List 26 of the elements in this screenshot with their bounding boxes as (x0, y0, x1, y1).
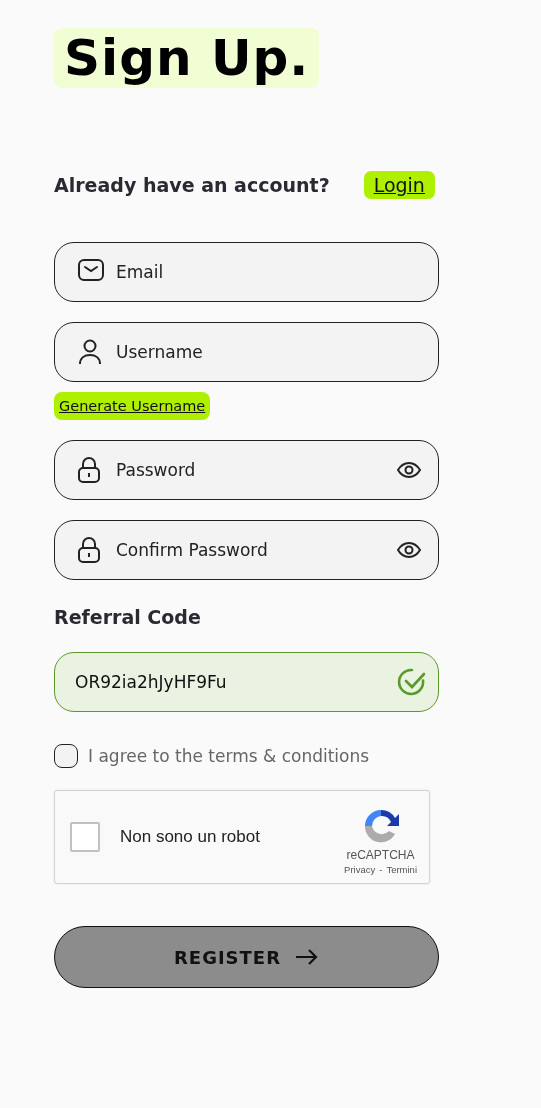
terms-link[interactable]: Termini (386, 863, 417, 875)
link-separator: - (379, 863, 383, 875)
captcha-brand: reCAPTCHA (346, 847, 415, 862)
login-prompt: Already have an account? (54, 174, 330, 196)
terms-label: I agree to the terms & conditions (88, 746, 370, 766)
arrow-right-icon (295, 948, 319, 966)
user-icon (78, 339, 102, 365)
username-field[interactable]: Username (54, 322, 439, 382)
lock-icon (78, 537, 100, 563)
lock-icon (78, 457, 100, 483)
referral-label: Referral Code (54, 606, 202, 628)
terms-checkbox[interactable] (54, 744, 78, 768)
referral-code-field[interactable]: OR92ia2hJyHF9Fu (54, 652, 439, 712)
eye-icon[interactable] (397, 462, 421, 478)
captcha-checkbox[interactable] (70, 822, 100, 852)
login-link[interactable]: Login (363, 171, 435, 199)
generate-username-link[interactable]: Generate Username (54, 392, 211, 420)
page-title: Sign Up. (54, 28, 320, 88)
captcha-label: Non sono un robot (120, 827, 261, 847)
register-button[interactable]: REGISTER (54, 926, 439, 988)
email-field[interactable]: Email (54, 242, 439, 302)
password-field[interactable]: Confirm Password (54, 520, 439, 580)
privacy-link[interactable]: Privacy (344, 863, 376, 875)
envelope-icon (78, 259, 104, 281)
eye-icon[interactable] (397, 542, 421, 558)
password-field[interactable]: Password (54, 440, 439, 500)
